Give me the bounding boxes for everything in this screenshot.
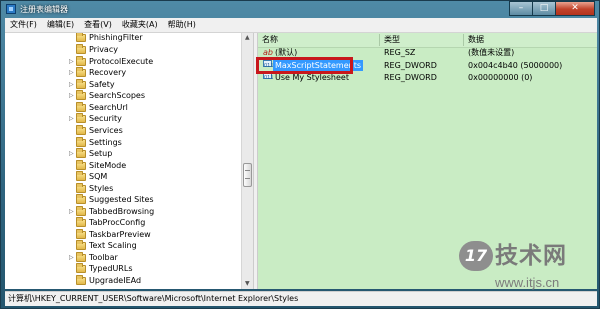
- column-header-data[interactable]: 数据: [468, 33, 484, 47]
- menu-bar: 文件(F) 编辑(E) 查看(V) 收藏夹(A) 帮助(H): [5, 18, 597, 33]
- regedit-app-icon: [6, 4, 16, 14]
- column-divider[interactable]: [379, 34, 380, 46]
- tree-item-typedurls[interactable]: TypedURLs: [5, 263, 241, 275]
- watermark-badge: 17: [459, 241, 493, 271]
- folder-icon: [76, 240, 86, 250]
- value-data: 0x004c4b40 (5000000): [468, 61, 563, 70]
- tree-expander[interactable]: ▷: [69, 150, 74, 157]
- close-button[interactable]: ✕: [555, 1, 595, 16]
- folder-icon: [76, 275, 86, 285]
- folder-icon: [76, 229, 86, 239]
- window-controls: – □ ✕: [509, 1, 595, 17]
- watermark-brand: 技术网: [495, 243, 567, 269]
- tree-expander[interactable]: ▷: [69, 115, 74, 122]
- folder-icon: [76, 67, 86, 77]
- folder-icon: [76, 217, 86, 227]
- menu-file[interactable]: 文件(F): [5, 18, 42, 32]
- tree-item-upgradeiead[interactable]: UpgradeIEAd: [5, 275, 241, 287]
- scroll-down-arrow-icon[interactable]: ▼: [245, 280, 250, 287]
- tree-item-label: UpgradeIEAd: [89, 276, 142, 285]
- tree-item-label: Privacy: [89, 45, 118, 54]
- folder-icon: [76, 171, 86, 181]
- folder-icon: [76, 194, 86, 204]
- registry-editor-window: 注册表编辑器 – □ ✕ 文件(F) 编辑(E) 查看(V) 收藏夹(A) 帮助(H) …: [0, 0, 600, 309]
- tree-item-recovery[interactable]: ▷ Recovery: [5, 67, 241, 79]
- folder-icon: [76, 252, 86, 262]
- folder-icon: [76, 148, 86, 158]
- tree-expander[interactable]: ▷: [69, 69, 74, 76]
- tree-item-label: SQM: [89, 172, 108, 181]
- tree-expander[interactable]: ▷: [69, 254, 74, 261]
- folder-icon: [76, 137, 86, 147]
- tree-item-label: SearchScopes: [89, 91, 146, 100]
- value-type: REG_SZ: [384, 48, 416, 57]
- tree-item-label: PhishingFilter: [89, 33, 143, 42]
- folder-icon: [76, 183, 86, 193]
- tree-item-suggested-sites[interactable]: Suggested Sites: [5, 194, 241, 206]
- tree-item-tabprocconfig[interactable]: TabProcConfig: [5, 217, 241, 229]
- window-title: 注册表编辑器: [20, 5, 68, 14]
- folder-icon: [76, 125, 86, 135]
- tree-item-searchscopes[interactable]: ▷ SearchScopes: [5, 90, 241, 102]
- watermark-url: www.itjs.cn: [495, 275, 560, 290]
- tree-expander[interactable]: ▷: [69, 208, 74, 215]
- menu-edit[interactable]: 编辑(E): [42, 18, 79, 32]
- column-divider[interactable]: [463, 34, 464, 46]
- folder-icon: [76, 79, 86, 89]
- tree-item-security[interactable]: ▷ Security: [5, 113, 241, 125]
- menu-view[interactable]: 查看(V): [79, 18, 117, 32]
- tree-item-label: Recovery: [89, 68, 127, 77]
- tree-item-label: Setup: [89, 149, 113, 158]
- values-header: 名称 类型 数据: [258, 33, 597, 48]
- tree-item-label: Text Scaling: [89, 241, 137, 250]
- tree-item-label: Suggested Sites: [89, 195, 154, 204]
- folder-icon: [76, 206, 86, 216]
- string-value-icon: ab: [263, 48, 273, 57]
- folder-icon: [76, 56, 86, 66]
- column-header-type[interactable]: 类型: [384, 33, 400, 47]
- tree-item-label: TypedURLs: [89, 264, 133, 273]
- tree-item-label: Security: [89, 114, 122, 123]
- value-type: REG_DWORD: [384, 61, 437, 70]
- site-watermark: 17 技术网 www.itjs.cn: [459, 241, 599, 307]
- column-header-name[interactable]: 名称: [262, 33, 278, 47]
- tree-item-phishingfilter[interactable]: PhishingFilter: [5, 33, 241, 44]
- folder-icon: [76, 160, 86, 170]
- maximize-button[interactable]: □: [532, 1, 556, 16]
- tree-expander[interactable]: ▷: [69, 58, 74, 65]
- folder-icon: [76, 102, 86, 112]
- minimize-button[interactable]: –: [509, 1, 533, 16]
- tree-item-setup[interactable]: ▷ Setup: [5, 148, 241, 160]
- tree-expander[interactable]: ▷: [69, 92, 74, 99]
- menu-favorites[interactable]: 收藏夹(A): [117, 18, 163, 32]
- tree-item-label: Services: [89, 126, 123, 135]
- tree-item-privacy[interactable]: Privacy: [5, 44, 241, 56]
- folder-icon: [76, 33, 86, 42]
- tree-item-services[interactable]: Services: [5, 125, 241, 137]
- folder-icon: [76, 113, 86, 123]
- scroll-up-arrow-icon[interactable]: ▲: [245, 34, 250, 41]
- tree-item-sqm[interactable]: SQM: [5, 171, 241, 183]
- key-tree-pane[interactable]: PhishingFilter Privacy ▷ ProtocolExecute …: [5, 33, 253, 289]
- folder-icon: [76, 90, 86, 100]
- tree-expander[interactable]: ▷: [69, 81, 74, 88]
- tree-scrollbar[interactable]: ▲ ▼: [241, 33, 253, 289]
- value-type: REG_DWORD: [384, 73, 437, 82]
- scrollbar-grip: [245, 170, 250, 179]
- tree-item-label: TabProcConfig: [89, 218, 146, 227]
- status-path: 计算机\HKEY_CURRENT_USER\Software\Microsoft…: [8, 294, 299, 303]
- folder-icon: [76, 44, 86, 54]
- folder-icon: [76, 263, 86, 273]
- value-data: 0x00000000 (0): [468, 73, 533, 82]
- tree-item-text-scaling[interactable]: Text Scaling: [5, 240, 241, 252]
- title-bar[interactable]: 注册表编辑器 – □ ✕: [1, 1, 600, 18]
- menu-help[interactable]: 帮助(H): [163, 18, 201, 32]
- highlight-annotation-box: [256, 57, 353, 74]
- value-data: (数值未设置): [468, 48, 515, 57]
